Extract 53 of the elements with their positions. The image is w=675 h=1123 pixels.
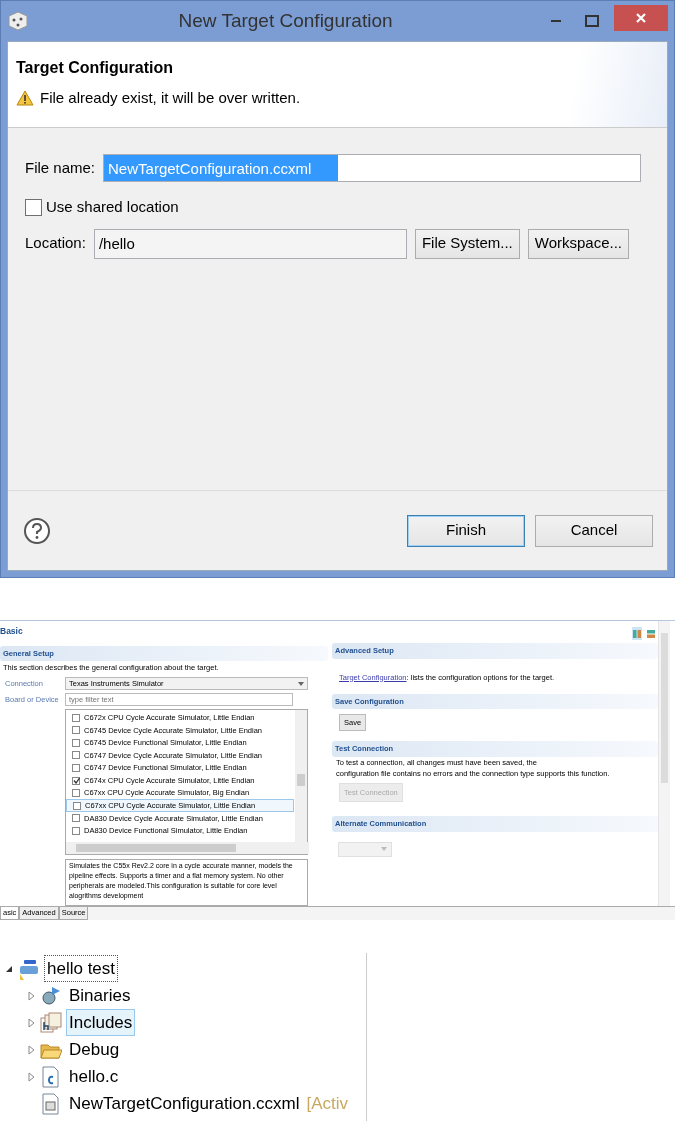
location-field[interactable]: /hello [93, 228, 407, 259]
caret-icon [298, 681, 304, 686]
tree-item[interactable]: Binaries [66, 981, 134, 1010]
checkbox[interactable] [72, 776, 80, 785]
checkbox[interactable] [72, 726, 80, 735]
project-icon [18, 957, 40, 980]
window-title: New Target Configuration [177, 8, 394, 33]
help-button[interactable] [22, 515, 52, 546]
collapsed-arrow-icon[interactable] [26, 1017, 36, 1028]
caret-icon [381, 847, 387, 851]
cancel-button[interactable]: Cancel [535, 514, 653, 547]
tree-item[interactable]: NewTargetConfiguration.ccxml [66, 1089, 303, 1118]
checkbox[interactable] [72, 713, 80, 722]
active-decoration: [Activ [306, 1092, 349, 1115]
xml-file-icon [40, 1092, 62, 1115]
help-icon [23, 516, 51, 545]
dice-icon [7, 10, 29, 32]
editor-title: Basic [0, 625, 24, 638]
tree-item[interactable]: hello.c [66, 1062, 122, 1091]
tree-item[interactable]: Includes [66, 1008, 136, 1037]
tree-item[interactable]: Debug [66, 1035, 123, 1064]
checkbox-label: Use shared location [46, 197, 179, 217]
includes-icon [40, 1011, 62, 1034]
collapsed-arrow-icon[interactable] [26, 1071, 36, 1082]
checkbox[interactable] [72, 826, 80, 835]
rows-icon [647, 630, 655, 638]
maximize-icon [585, 15, 599, 27]
close-button[interactable] [614, 5, 668, 31]
checkbox[interactable] [73, 801, 81, 810]
field-label: Location: [25, 233, 86, 254]
checkbox[interactable] [25, 198, 42, 216]
warning-message: File already exist, it will be over written. [40, 88, 301, 108]
finish-button[interactable]: Finish [407, 514, 525, 547]
layout-button[interactable] [646, 627, 656, 641]
collapsed-arrow-icon[interactable] [26, 1044, 36, 1055]
tree-item[interactable]: hello test [44, 954, 119, 983]
c-file-icon [40, 1065, 62, 1088]
columns-icon [633, 630, 641, 638]
warning-icon [16, 90, 34, 107]
checkbox[interactable] [72, 814, 80, 823]
close-icon [635, 12, 647, 24]
checkbox[interactable] [72, 763, 80, 772]
dialog-heading: Target Configuration [16, 58, 175, 78]
field-label: File name: [25, 157, 96, 178]
browse-button[interactable]: File System... [414, 228, 520, 259]
checkbox[interactable] [72, 738, 80, 747]
browse-button[interactable]: Workspace... [527, 228, 629, 259]
minimize-icon [551, 20, 561, 22]
layout-button[interactable] [632, 627, 642, 641]
checkbox[interactable] [72, 789, 80, 798]
checkbox[interactable] [72, 751, 80, 760]
binaries-icon [40, 984, 62, 1007]
collapsed-arrow-icon[interactable] [26, 990, 36, 1001]
